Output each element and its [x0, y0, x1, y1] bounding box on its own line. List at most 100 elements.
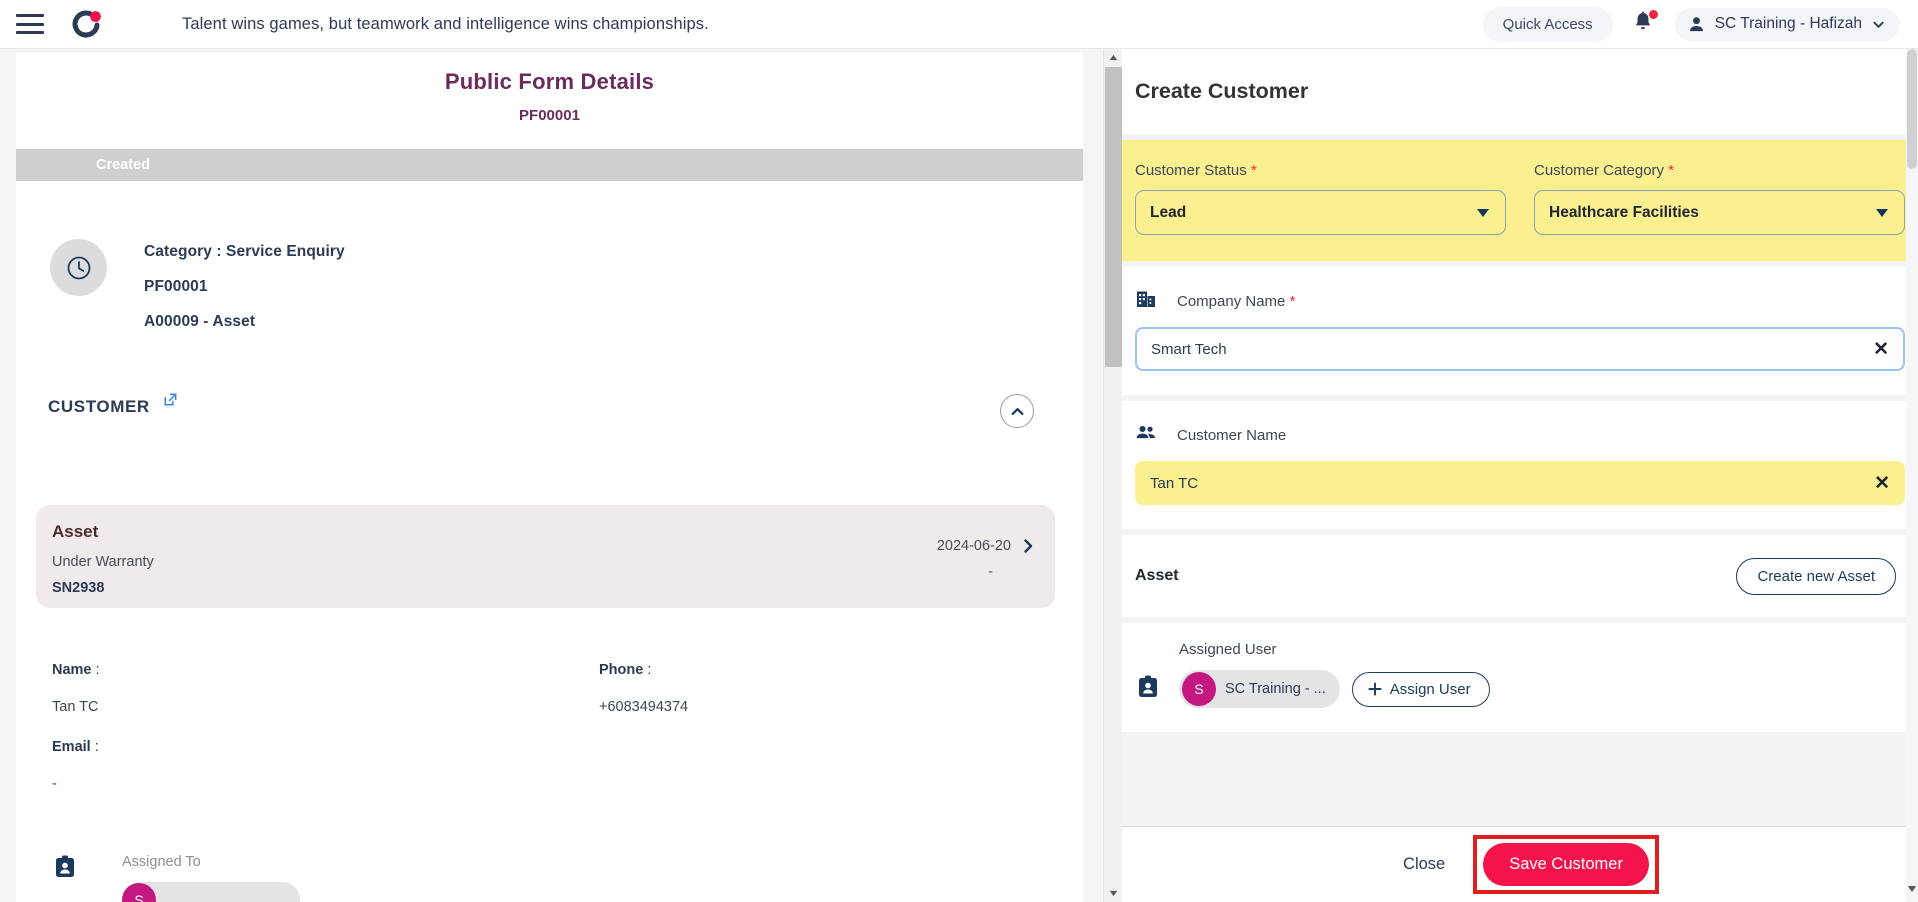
chevron-right-icon[interactable]: [1019, 537, 1037, 560]
right-panel-scrollbar[interactable]: [1906, 49, 1918, 902]
status-banner-label: Created: [96, 157, 150, 173]
left-pane-scroll-thumb[interactable]: [1105, 67, 1122, 367]
company-name-head: Company Name *: [1135, 288, 1905, 315]
asset-summary-card[interactable]: Asset Under Warranty SN2938 2024-06-20 -: [36, 505, 1055, 608]
public-form-card: Public Form Details PF00001 Created Cate…: [16, 53, 1083, 902]
external-link-icon[interactable]: [162, 391, 179, 413]
customer-category-value: Healthcare Facilities: [1549, 203, 1699, 221]
assigned-to-chip[interactable]: S: [122, 882, 300, 902]
building-icon: [1135, 288, 1157, 315]
asset-card-secondary: -: [988, 564, 993, 580]
customer-name-value: Tan TC: [1150, 474, 1199, 492]
company-name-label: Company Name *: [1177, 293, 1296, 310]
customer-status-select[interactable]: Lead: [1135, 190, 1506, 235]
create-customer-header: Create Customer: [1122, 49, 1918, 134]
user-name-label: SC Training - Hafizah: [1714, 15, 1862, 32]
customer-status-value: Lead: [1150, 203, 1187, 221]
assigned-user-chip[interactable]: S SC Training - ...: [1179, 670, 1340, 708]
field-name-value: Tan TC: [52, 699, 99, 715]
right-panel-scroll-thumb[interactable]: [1907, 49, 1917, 169]
assign-user-button-label: Assign User: [1389, 680, 1471, 698]
assigned-to-label: Assigned To: [122, 854, 201, 870]
asset-card-title: Asset: [52, 522, 99, 541]
field-email-label: Email: [52, 739, 91, 755]
chevron-up-icon: [1011, 407, 1023, 415]
clock-icon: [50, 239, 107, 296]
customer-collapse-button[interactable]: [1000, 394, 1034, 428]
customer-name-head: Customer Name: [1135, 422, 1905, 449]
customer-category-select[interactable]: Healthcare Facilities: [1534, 190, 1905, 235]
user-account-menu[interactable]: SC Training - Hafizah: [1674, 7, 1900, 41]
avatar: S: [122, 883, 156, 902]
asset-section: Asset Create new Asset: [1122, 535, 1918, 617]
customer-classification-section: Customer Status * Lead Customer Category…: [1122, 140, 1918, 261]
customer-name-section: Customer Name Tan TC ✕: [1122, 401, 1918, 529]
caret-down-icon: [1876, 208, 1888, 217]
customer-fields-grid: Name : Tan TC Phone : +6083494374 Email …: [16, 608, 1083, 816]
user-avatar-icon: [1689, 16, 1703, 31]
status-banner: Created: [16, 149, 1083, 181]
customer-status-label: Customer Status *: [1135, 162, 1257, 179]
quick-access-button[interactable]: Quick Access: [1482, 6, 1613, 42]
required-asterisk: *: [1289, 293, 1296, 310]
timeline-asset-ref: A00009 - Asset: [144, 313, 256, 330]
field-name: Name : Tan TC: [52, 662, 599, 739]
clear-x-icon[interactable]: ✕: [1874, 474, 1890, 493]
company-name-section: Company Name * Smart Tech ✕: [1122, 267, 1918, 395]
customer-name-label: Customer Name: [1177, 427, 1287, 444]
asset-card-date: 2024-06-20: [936, 538, 1011, 554]
customer-name-input[interactable]: Tan TC ✕: [1135, 461, 1905, 505]
top-navigation-bar: Talent wins games, but teamwork and inte…: [0, 0, 1918, 49]
asset-card-warranty: Under Warranty: [52, 554, 154, 570]
assigned-to-body: Assigned To S: [122, 854, 300, 902]
timeline-form-no: PF00001: [144, 278, 208, 295]
customer-section-header: CUSTOMER: [16, 348, 1083, 428]
plus-icon: [1368, 682, 1382, 696]
caret-down-icon: [1477, 208, 1489, 217]
field-phone-label: Phone: [599, 662, 644, 678]
scroll-down-arrow-icon[interactable]: [1104, 885, 1123, 902]
assigned-user-label: Assigned User: [1179, 641, 1277, 658]
timeline-category: Category : Service Enquiry: [144, 243, 345, 260]
clear-x-icon[interactable]: ✕: [1873, 340, 1889, 359]
field-phone: Phone : +6083494374: [599, 662, 1083, 739]
id-badge-icon: [52, 854, 78, 885]
panel-footer: Close Save Customer: [1122, 826, 1918, 902]
company-name-input[interactable]: Smart Tech ✕: [1135, 327, 1905, 371]
brand-logo-icon[interactable]: [68, 6, 104, 42]
avatar: S: [1182, 672, 1216, 706]
timeline-entry: Category : Service Enquiry PF00001 A0000…: [16, 181, 1083, 348]
customer-section-title: CUSTOMER: [48, 397, 150, 416]
customer-status-group: Customer Status * Lead: [1135, 162, 1506, 235]
people-icon: [1135, 422, 1157, 449]
field-email: Email : -: [52, 739, 599, 816]
save-button-highlight: Save Customer: [1473, 835, 1659, 894]
assign-user-button[interactable]: Assign User: [1351, 671, 1490, 707]
asset-card-serial: SN2938: [52, 580, 105, 596]
field-phone-value: +6083494374: [599, 699, 689, 715]
create-new-asset-button[interactable]: Create new Asset: [1736, 557, 1896, 595]
hamburger-menu-icon[interactable]: [16, 14, 44, 34]
left-pane-scrollbar[interactable]: [1103, 49, 1122, 902]
public-form-details-pane: Public Form Details PF00001 Created Cate…: [0, 49, 1103, 902]
scroll-down-arrow-icon[interactable]: [1907, 880, 1917, 898]
close-button[interactable]: Close: [1381, 844, 1468, 885]
assigned-user-section: Assigned User S SC Training - ... Assign…: [1122, 623, 1918, 732]
header-tagline: Talent wins games, but teamwork and inte…: [182, 14, 709, 33]
required-asterisk: *: [1668, 162, 1675, 179]
save-customer-button[interactable]: Save Customer: [1483, 843, 1649, 886]
asset-card-meta: 2024-06-20 -: [937, 538, 1011, 580]
timeline-entry-text: Category : Service Enquiry PF00001 A0000…: [144, 239, 345, 348]
page-reference: PF00001: [519, 107, 580, 124]
create-customer-panel: Create Customer Customer Status * Lead C…: [1122, 49, 1918, 902]
page-title: Public Form Details: [444, 69, 655, 94]
assigned-user-row: S SC Training - ... Assign User: [1135, 670, 1905, 708]
customer-category-label: Customer Category *: [1534, 162, 1675, 179]
field-email-value: -: [52, 776, 57, 792]
field-name-label: Name: [52, 662, 92, 678]
scroll-up-arrow-icon[interactable]: [1104, 49, 1123, 66]
panel-title: Create Customer: [1135, 79, 1309, 103]
notification-bell-icon[interactable]: [1631, 9, 1659, 38]
required-asterisk: *: [1250, 162, 1257, 179]
header-actions: Quick Access SC Training - Hafizah: [1482, 6, 1918, 42]
